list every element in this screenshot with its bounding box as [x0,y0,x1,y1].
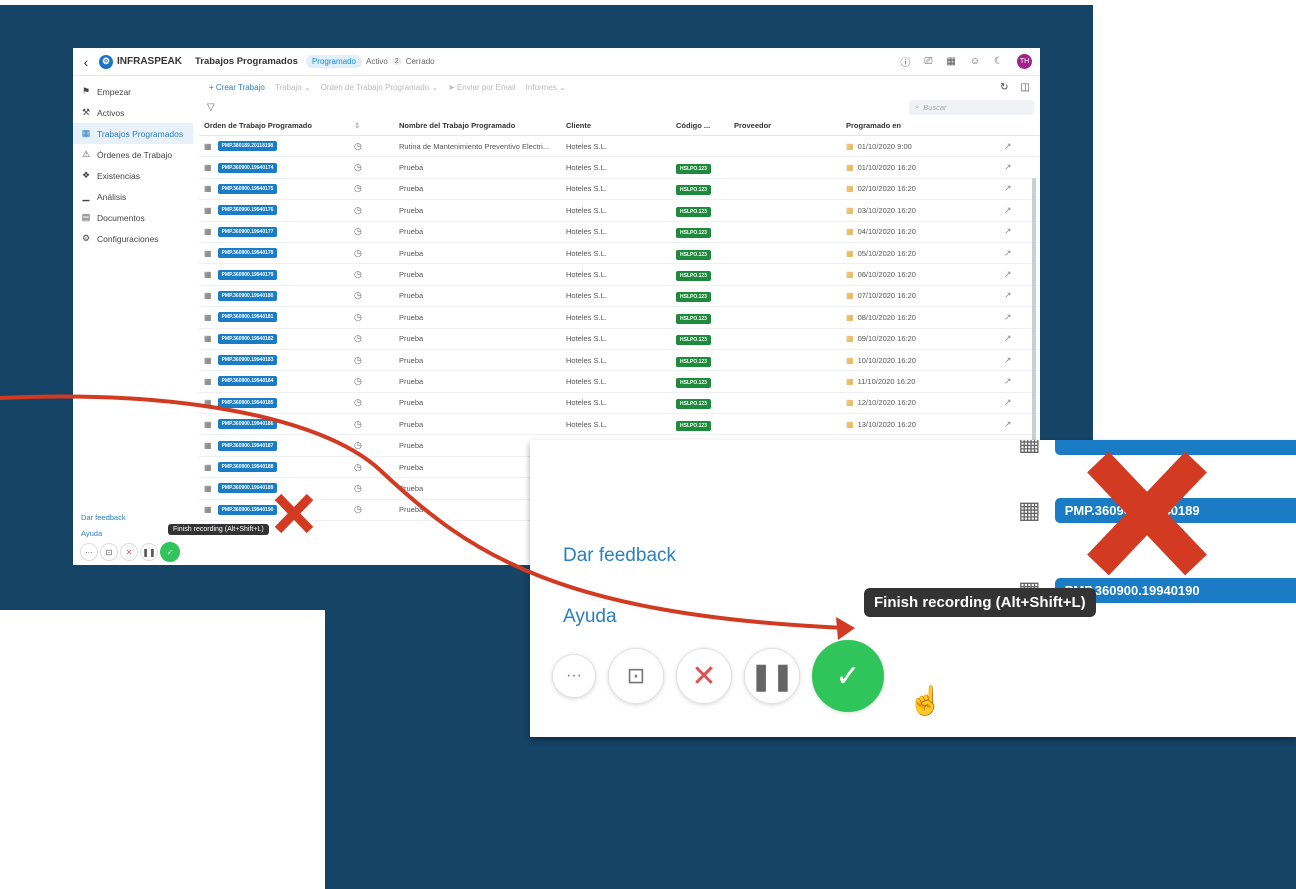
annotation-arrow [0,394,846,630]
cross-icon-large [1087,451,1207,576]
arrow-head-icon [836,617,855,640]
annotation-overlay [0,394,1207,640]
cross-icon-small [274,493,314,534]
